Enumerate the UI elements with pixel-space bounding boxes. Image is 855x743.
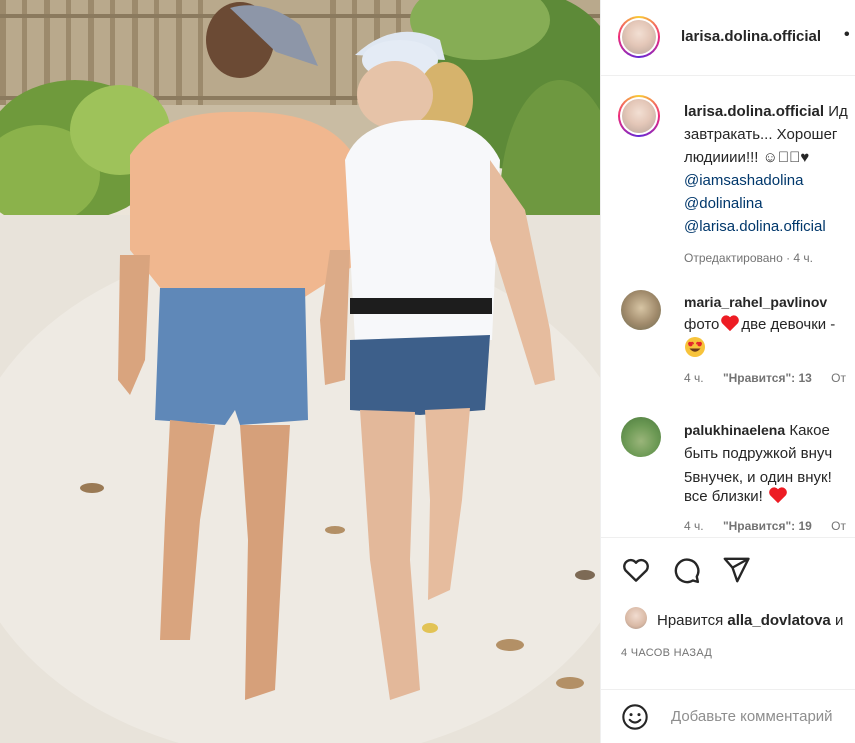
caption-text-line2: завтракать... Хорошег <box>684 126 838 143</box>
liked-by: Нравится alla_dovlatova и <box>657 612 844 629</box>
mention-link[interactable]: @iamsashadolina <box>684 169 855 192</box>
comment-avatar[interactable] <box>621 417 661 457</box>
comment-likes[interactable]: "Нравится": 13 <box>723 371 812 385</box>
caption-avatar[interactable] <box>618 95 660 137</box>
liker-avatar[interactable] <box>625 607 647 629</box>
comment-avatar[interactable] <box>621 290 661 330</box>
heart-icon[interactable] <box>621 555 651 585</box>
mention-link[interactable]: @larisa.dolina.official <box>684 215 855 238</box>
liked-by-user[interactable]: alla_dovlatova <box>727 612 830 629</box>
red-heart-icon <box>719 315 741 333</box>
comment-username[interactable]: palukhinaelena <box>684 422 785 438</box>
reply-button[interactable]: От <box>831 371 846 385</box>
mention-link[interactable]: @dolinalina <box>684 192 855 215</box>
caption-meta: Отредактировано · 4 ч. <box>684 251 813 265</box>
comment-likes[interactable]: "Нравится": 19 <box>723 519 812 533</box>
caption-username[interactable]: larisa.dolina.official <box>684 103 824 120</box>
more-options-icon[interactable]: • <box>844 26 850 44</box>
author-avatar[interactable] <box>618 16 660 58</box>
red-heart-icon <box>767 487 789 505</box>
add-comment-input[interactable]: Добавьте комментарий <box>671 708 833 725</box>
post-header: larisa.dolina.official • <box>601 0 855 76</box>
post-timestamp[interactable]: 4 ЧАСОВ НАЗАД <box>621 647 712 659</box>
caption-text-line1: Ид <box>828 103 848 120</box>
post-side-panel: larisa.dolina.official • larisa.dolina.o… <box>600 0 855 743</box>
photo-illustration <box>0 0 600 743</box>
reply-button[interactable]: От <box>831 519 846 533</box>
comment-meta: 4 ч. "Нравится": 19 От <box>684 519 846 533</box>
post-photo[interactable] <box>0 0 600 743</box>
comment-first-line: palukhinaelena Какое <box>684 422 830 439</box>
comment-text: фото две девочки - <box>684 315 836 333</box>
comment-username[interactable]: maria_rahel_pavlinov <box>684 294 827 310</box>
emoji-icon[interactable] <box>621 703 649 736</box>
author-username[interactable]: larisa.dolina.official <box>681 28 821 45</box>
add-comment-bar: Добавьте комментарий <box>601 689 855 743</box>
comment-text-line: быть подружкой внуч <box>684 445 833 462</box>
actions-bar <box>601 537 855 538</box>
share-icon[interactable] <box>721 555 751 585</box>
comment-meta: 4 ч. "Нравится": 13 От <box>684 371 846 385</box>
caption: larisa.dolina.official Ид завтракать... … <box>684 100 855 270</box>
caption-text-line3: людииии!!! ☺🏻🏻♥ <box>684 149 810 166</box>
heart-eyes-emoji-icon <box>684 336 706 363</box>
comment-text-line: все близки! <box>684 485 789 509</box>
comment-icon[interactable] <box>671 555 701 585</box>
